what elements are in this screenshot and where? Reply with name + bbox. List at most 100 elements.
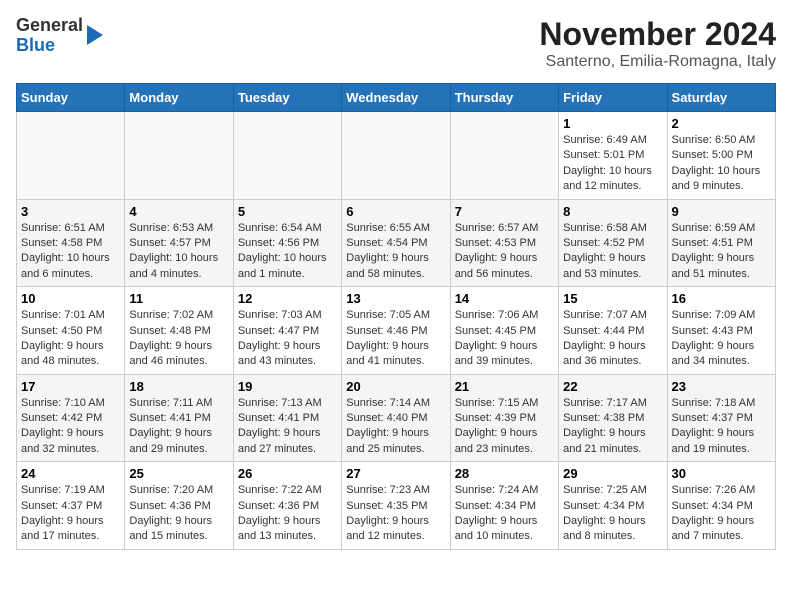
calendar-cell [17,112,125,200]
calendar-cell: 30 Sunrise: 7:26 AM Sunset: 4:34 PM Dayli… [667,462,775,550]
calendar-cell [342,112,450,200]
day-number: 25 [129,466,228,481]
day-number: 18 [129,379,228,394]
day-number: 5 [238,204,337,219]
day-info: Sunrise: 7:26 AM Sunset: 4:34 PM Dayligh… [672,483,771,545]
logo-blue: Blue [16,35,55,55]
day-number: 11 [129,291,228,306]
month-title: November 2024 [539,16,776,53]
day-info: Sunrise: 7:01 AM Sunset: 4:50 PM Dayligh… [21,308,120,370]
day-info: Sunrise: 6:59 AM Sunset: 4:51 PM Dayligh… [672,221,771,283]
day-number: 10 [21,291,120,306]
calendar-cell: 23 Sunrise: 7:18 AM Sunset: 4:37 PM Dayli… [667,374,775,462]
day-number: 17 [21,379,120,394]
day-number: 30 [672,466,771,481]
calendar-cell: 6 Sunrise: 6:55 AM Sunset: 4:54 PM Daylig… [342,199,450,287]
calendar-cell: 25 Sunrise: 7:20 AM Sunset: 4:36 PM Dayli… [125,462,233,550]
header-day-monday: Monday [125,84,233,112]
day-info: Sunrise: 6:57 AM Sunset: 4:53 PM Dayligh… [455,221,554,283]
day-number: 23 [672,379,771,394]
day-info: Sunrise: 7:03 AM Sunset: 4:47 PM Dayligh… [238,308,337,370]
day-number: 12 [238,291,337,306]
day-info: Sunrise: 6:49 AM Sunset: 5:01 PM Dayligh… [563,133,662,195]
calendar-cell: 20 Sunrise: 7:14 AM Sunset: 4:40 PM Dayli… [342,374,450,462]
calendar-cell [233,112,341,200]
day-info: Sunrise: 6:55 AM Sunset: 4:54 PM Dayligh… [346,221,445,283]
day-info: Sunrise: 7:24 AM Sunset: 4:34 PM Dayligh… [455,483,554,545]
day-number: 13 [346,291,445,306]
day-number: 1 [563,116,662,131]
calendar-cell: 13 Sunrise: 7:05 AM Sunset: 4:46 PM Dayli… [342,287,450,375]
day-number: 8 [563,204,662,219]
calendar-cell: 14 Sunrise: 7:06 AM Sunset: 4:45 PM Dayli… [450,287,558,375]
day-info: Sunrise: 6:53 AM Sunset: 4:57 PM Dayligh… [129,221,228,283]
calendar-cell [450,112,558,200]
day-number: 3 [21,204,120,219]
location-subtitle: Santerno, Emilia-Romagna, Italy [539,53,776,71]
calendar-cell: 7 Sunrise: 6:57 AM Sunset: 4:53 PM Daylig… [450,199,558,287]
calendar-week-row: 24Sunrise: 7:19 AM Sunset: 4:37 PM Dayli… [17,462,776,550]
calendar-cell: 11 Sunrise: 7:02 AM Sunset: 4:48 PM Dayli… [125,287,233,375]
day-info: Sunrise: 7:20 AM Sunset: 4:36 PM Dayligh… [129,483,228,545]
day-number: 7 [455,204,554,219]
day-number: 22 [563,379,662,394]
day-number: 19 [238,379,337,394]
day-info: Sunrise: 7:10 AM Sunset: 4:42 PM Dayligh… [21,396,120,458]
day-number: 4 [129,204,228,219]
calendar-cell: 21 Sunrise: 7:15 AM Sunset: 4:39 PM Dayli… [450,374,558,462]
day-info: Sunrise: 6:51 AM Sunset: 4:58 PM Dayligh… [21,221,120,283]
header-day-tuesday: Tuesday [233,84,341,112]
calendar-cell: 10 Sunrise: 7:01 AM Sunset: 4:50 PM Dayli… [17,287,125,375]
calendar-cell: 4 Sunrise: 6:53 AM Sunset: 4:57 PM Daylig… [125,199,233,287]
calendar-header-row: SundayMondayTuesdayWednesdayThursdayFrid… [17,84,776,112]
day-info: Sunrise: 7:06 AM Sunset: 4:45 PM Dayligh… [455,308,554,370]
day-info: Sunrise: 7:11 AM Sunset: 4:41 PM Dayligh… [129,396,228,458]
calendar-week-row: 17 Sunrise: 7:10 AM Sunset: 4:42 PM Dayli… [17,374,776,462]
day-number: 9 [672,204,771,219]
day-info: Sunrise: 6:58 AM Sunset: 4:52 PM Dayligh… [563,221,662,283]
calendar-week-row: 3 Sunrise: 6:51 AM Sunset: 4:58 PM Daylig… [17,199,776,287]
day-number: 24 [21,466,120,481]
calendar-cell: 26 Sunrise: 7:22 AM Sunset: 4:36 PM Dayli… [233,462,341,550]
day-info: Sunrise: 7:09 AM Sunset: 4:43 PM Dayligh… [672,308,771,370]
day-number: 27 [346,466,445,481]
calendar-cell [125,112,233,200]
day-number: 28 [455,466,554,481]
calendar-week-row: 10 Sunrise: 7:01 AM Sunset: 4:50 PM Dayli… [17,287,776,375]
page-header: General Blue November 2024 Santerno, Emi… [16,16,776,71]
header-day-wednesday: Wednesday [342,84,450,112]
calendar-cell: 22 Sunrise: 7:17 AM Sunset: 4:38 PM Dayli… [559,374,667,462]
day-info: Sunrise: 7:02 AM Sunset: 4:48 PM Dayligh… [129,308,228,370]
day-info: Sunrise: 7:22 AM Sunset: 4:36 PM Dayligh… [238,483,337,545]
day-info: Sunrise: 7:07 AM Sunset: 4:44 PM Dayligh… [563,308,662,370]
day-info: Sunrise: 7:14 AM Sunset: 4:40 PM Dayligh… [346,396,445,458]
header-day-sunday: Sunday [17,84,125,112]
logo-text: General Blue [16,16,103,56]
day-number: 20 [346,379,445,394]
day-number: 6 [346,204,445,219]
calendar-cell: 5Sunrise: 6:54 AM Sunset: 4:56 PM Daylig… [233,199,341,287]
day-info: Sunrise: 7:05 AM Sunset: 4:46 PM Dayligh… [346,308,445,370]
header-day-saturday: Saturday [667,84,775,112]
day-info: Sunrise: 7:18 AM Sunset: 4:37 PM Dayligh… [672,396,771,458]
calendar-week-row: 1 Sunrise: 6:49 AM Sunset: 5:01 PM Daylig… [17,112,776,200]
calendar-cell: 8 Sunrise: 6:58 AM Sunset: 4:52 PM Daylig… [559,199,667,287]
calendar-cell: 1 Sunrise: 6:49 AM Sunset: 5:01 PM Daylig… [559,112,667,200]
day-number: 26 [238,466,337,481]
calendar-cell: 15Sunrise: 7:07 AM Sunset: 4:44 PM Dayli… [559,287,667,375]
logo-arrow-icon [87,25,103,45]
calendar-table: SundayMondayTuesdayWednesdayThursdayFrid… [16,83,776,550]
day-number: 21 [455,379,554,394]
calendar-cell: 29Sunrise: 7:25 AM Sunset: 4:34 PM Dayli… [559,462,667,550]
calendar-cell: 2Sunrise: 6:50 AM Sunset: 5:00 PM Daylig… [667,112,775,200]
calendar-cell: 18 Sunrise: 7:11 AM Sunset: 4:41 PM Dayli… [125,374,233,462]
day-number: 2 [672,116,771,131]
header-day-friday: Friday [559,84,667,112]
calendar-cell: 27Sunrise: 7:23 AM Sunset: 4:35 PM Dayli… [342,462,450,550]
day-info: Sunrise: 7:15 AM Sunset: 4:39 PM Dayligh… [455,396,554,458]
calendar-cell: 24Sunrise: 7:19 AM Sunset: 4:37 PM Dayli… [17,462,125,550]
day-number: 29 [563,466,662,481]
day-number: 16 [672,291,771,306]
day-info: Sunrise: 7:17 AM Sunset: 4:38 PM Dayligh… [563,396,662,458]
day-number: 14 [455,291,554,306]
